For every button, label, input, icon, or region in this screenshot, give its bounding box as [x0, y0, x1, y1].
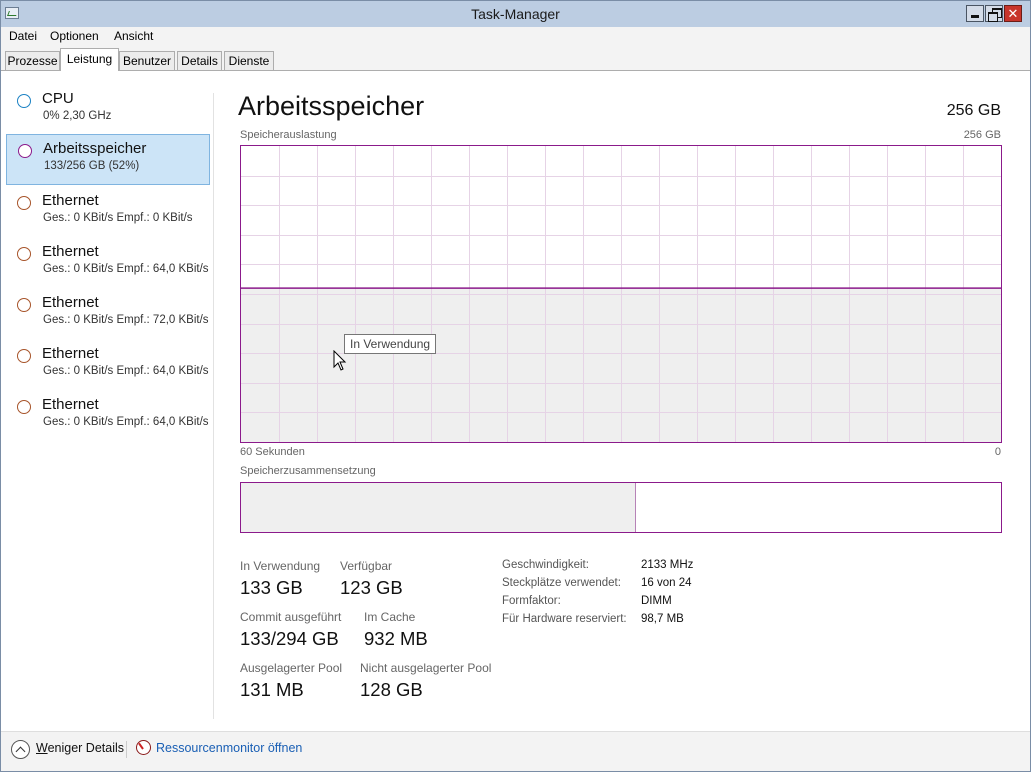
sidebar-item-name: CPU [42, 90, 74, 107]
stat-value-nonpaged-pool: 128 GB [360, 679, 423, 700]
sidebar-item-name: Ethernet [42, 345, 99, 362]
graph-time-span: 60 Sekunden [240, 446, 305, 458]
sidebar-item-cpu[interactable]: CPU 0% 2,30 GHz [6, 85, 210, 135]
sidebar-item-memory[interactable]: Arbeitsspeicher 133/256 GB (52%) [6, 134, 210, 185]
sidebar-item-ethernet-4[interactable]: Ethernet Ges.: 0 KBit/s Empf.: 64,0 KBit… [6, 340, 210, 390]
ethernet-indicator-icon [17, 349, 31, 363]
stat-value-paged-pool: 131 MB [240, 679, 304, 700]
sidebar-item-name: Ethernet [42, 243, 99, 260]
footer-bar: Weniger Details Ressourcenmonitor öffnen [1, 731, 1030, 771]
sidebar-item-ethernet-3[interactable]: Ethernet Ges.: 0 KBit/s Empf.: 72,0 KBit… [6, 289, 210, 339]
menu-optionen[interactable]: Optionen [50, 29, 99, 43]
memory-composition-bar[interactable] [240, 482, 1002, 533]
detail-label-hardware-reserved: Für Hardware reserviert: [502, 613, 627, 625]
detail-value-slots: 16 von 24 [641, 577, 692, 589]
window-title: Task-Manager [471, 6, 560, 22]
graph-tooltip: In Verwendung [344, 334, 437, 354]
tab-details[interactable]: Details [177, 51, 222, 71]
fewer-details-link[interactable]: Weniger Details [36, 741, 124, 755]
usage-chart-label: Speicherauslastung [240, 129, 337, 141]
resource-monitor-icon[interactable] [136, 740, 151, 755]
detail-label-slots: Steckplätze verwendet: [502, 577, 621, 589]
menu-ansicht[interactable]: Ansicht [114, 29, 153, 43]
tab-bar: Prozesse Leistung Benutzer Details Diens… [1, 47, 1030, 72]
stat-label-paged-pool: Ausgelagerter Pool [240, 661, 343, 675]
stat-label-available: Verfügbar [340, 559, 393, 573]
sidebar-item-ethernet-2[interactable]: Ethernet Ges.: 0 KBit/s Empf.: 64,0 KBit… [6, 238, 210, 288]
fewer-details-accesskey: W [36, 741, 48, 755]
sidebar-item-sub: Ges.: 0 KBit/s Empf.: 64,0 KBit/s [43, 263, 209, 275]
sidebar-item-sub: Ges.: 0 KBit/s Empf.: 72,0 KBit/s [43, 314, 209, 326]
ethernet-indicator-icon [17, 298, 31, 312]
detail-value-speed: 2133 MHz [641, 559, 694, 571]
stat-value-available: 123 GB [340, 577, 403, 598]
usage-chart-max: 256 GB [963, 129, 1001, 141]
memory-indicator-icon [18, 144, 32, 158]
sidebar-item-sub: 133/256 GB (52%) [44, 160, 140, 172]
close-icon: ✕ [1007, 6, 1019, 21]
page-title: Arbeitsspeicher [238, 91, 425, 121]
sidebar-item-ethernet-1[interactable]: Ethernet Ges.: 0 KBit/s Empf.: 0 KBit/s [6, 187, 210, 237]
menu-datei[interactable]: Datei [9, 29, 37, 43]
footer-separator [126, 741, 127, 758]
sidebar-item-name: Arbeitsspeicher [43, 140, 147, 157]
fewer-details-text: eniger Details [47, 741, 125, 755]
title-bar[interactable]: Task-Manager ✕ [1, 1, 1030, 27]
total-memory: 256 GB [946, 102, 1001, 119]
stat-value-committed: 133/294 GB [240, 628, 339, 649]
detail-value-form-factor: DIMM [641, 595, 672, 607]
sidebar-item-sub: Ges.: 0 KBit/s Empf.: 0 KBit/s [43, 212, 193, 224]
tab-dienste[interactable]: Dienste [224, 51, 274, 71]
sidebar-item-ethernet-5[interactable]: Ethernet Ges.: 0 KBit/s Empf.: 64,0 KBit… [6, 391, 210, 441]
restore-button[interactable] [985, 5, 1003, 22]
composition-in-use-segment[interactable] [241, 483, 637, 532]
stat-value-cached: 932 MB [364, 628, 428, 649]
sidebar-item-name: Ethernet [42, 294, 99, 311]
cpu-indicator-icon [17, 94, 31, 108]
chevron-up-icon[interactable] [11, 740, 30, 759]
task-manager-window: Task-Manager ✕ Datei Optionen Ansicht Pr… [0, 0, 1031, 772]
detail-value-hardware-reserved: 98,7 MB [641, 613, 684, 625]
sidebar-item-sub: 0% 2,30 GHz [43, 110, 112, 122]
mouse-cursor-icon [333, 350, 347, 371]
open-resource-monitor-link[interactable]: Ressourcenmonitor öffnen [156, 741, 302, 755]
detail-label-form-factor: Formfaktor: [502, 595, 561, 607]
minimize-button[interactable] [966, 5, 984, 22]
sidebar-divider[interactable] [213, 93, 214, 719]
sidebar-item-name: Ethernet [42, 396, 99, 413]
stat-label-nonpaged-pool: Nicht ausgelagerter Pool [360, 661, 492, 675]
graph-time-zero: 0 [994, 446, 1001, 458]
ethernet-indicator-icon [17, 247, 31, 261]
menu-bar: Datei Optionen Ansicht [1, 27, 1030, 47]
composition-label: Speicherzusammensetzung [240, 465, 376, 477]
ethernet-indicator-icon [17, 400, 31, 414]
tab-leistung[interactable]: Leistung [60, 48, 119, 72]
stat-label-committed: Commit ausgeführt [240, 610, 342, 624]
sidebar-item-name: Ethernet [42, 192, 99, 209]
detail-label-speed: Geschwindigkeit: [502, 559, 589, 571]
sidebar-item-sub: Ges.: 0 KBit/s Empf.: 64,0 KBit/s [43, 365, 209, 377]
stat-value-in-use: 133 GB [240, 577, 303, 598]
ethernet-indicator-icon [17, 196, 31, 210]
close-button[interactable]: ✕ [1004, 5, 1022, 22]
tab-benutzer[interactable]: Benutzer [119, 51, 175, 71]
tab-prozesse[interactable]: Prozesse [5, 51, 60, 71]
sidebar-item-sub: Ges.: 0 KBit/s Empf.: 64,0 KBit/s [43, 416, 209, 428]
memory-usage-graph-svg [241, 146, 1001, 442]
stat-label-cached: Im Cache [364, 610, 416, 624]
performance-pane: CPU 0% 2,30 GHz Arbeitsspeicher 133/256 … [1, 71, 1030, 731]
stat-label-in-use: In Verwendung [240, 559, 321, 573]
memory-usage-graph[interactable] [240, 145, 1002, 443]
